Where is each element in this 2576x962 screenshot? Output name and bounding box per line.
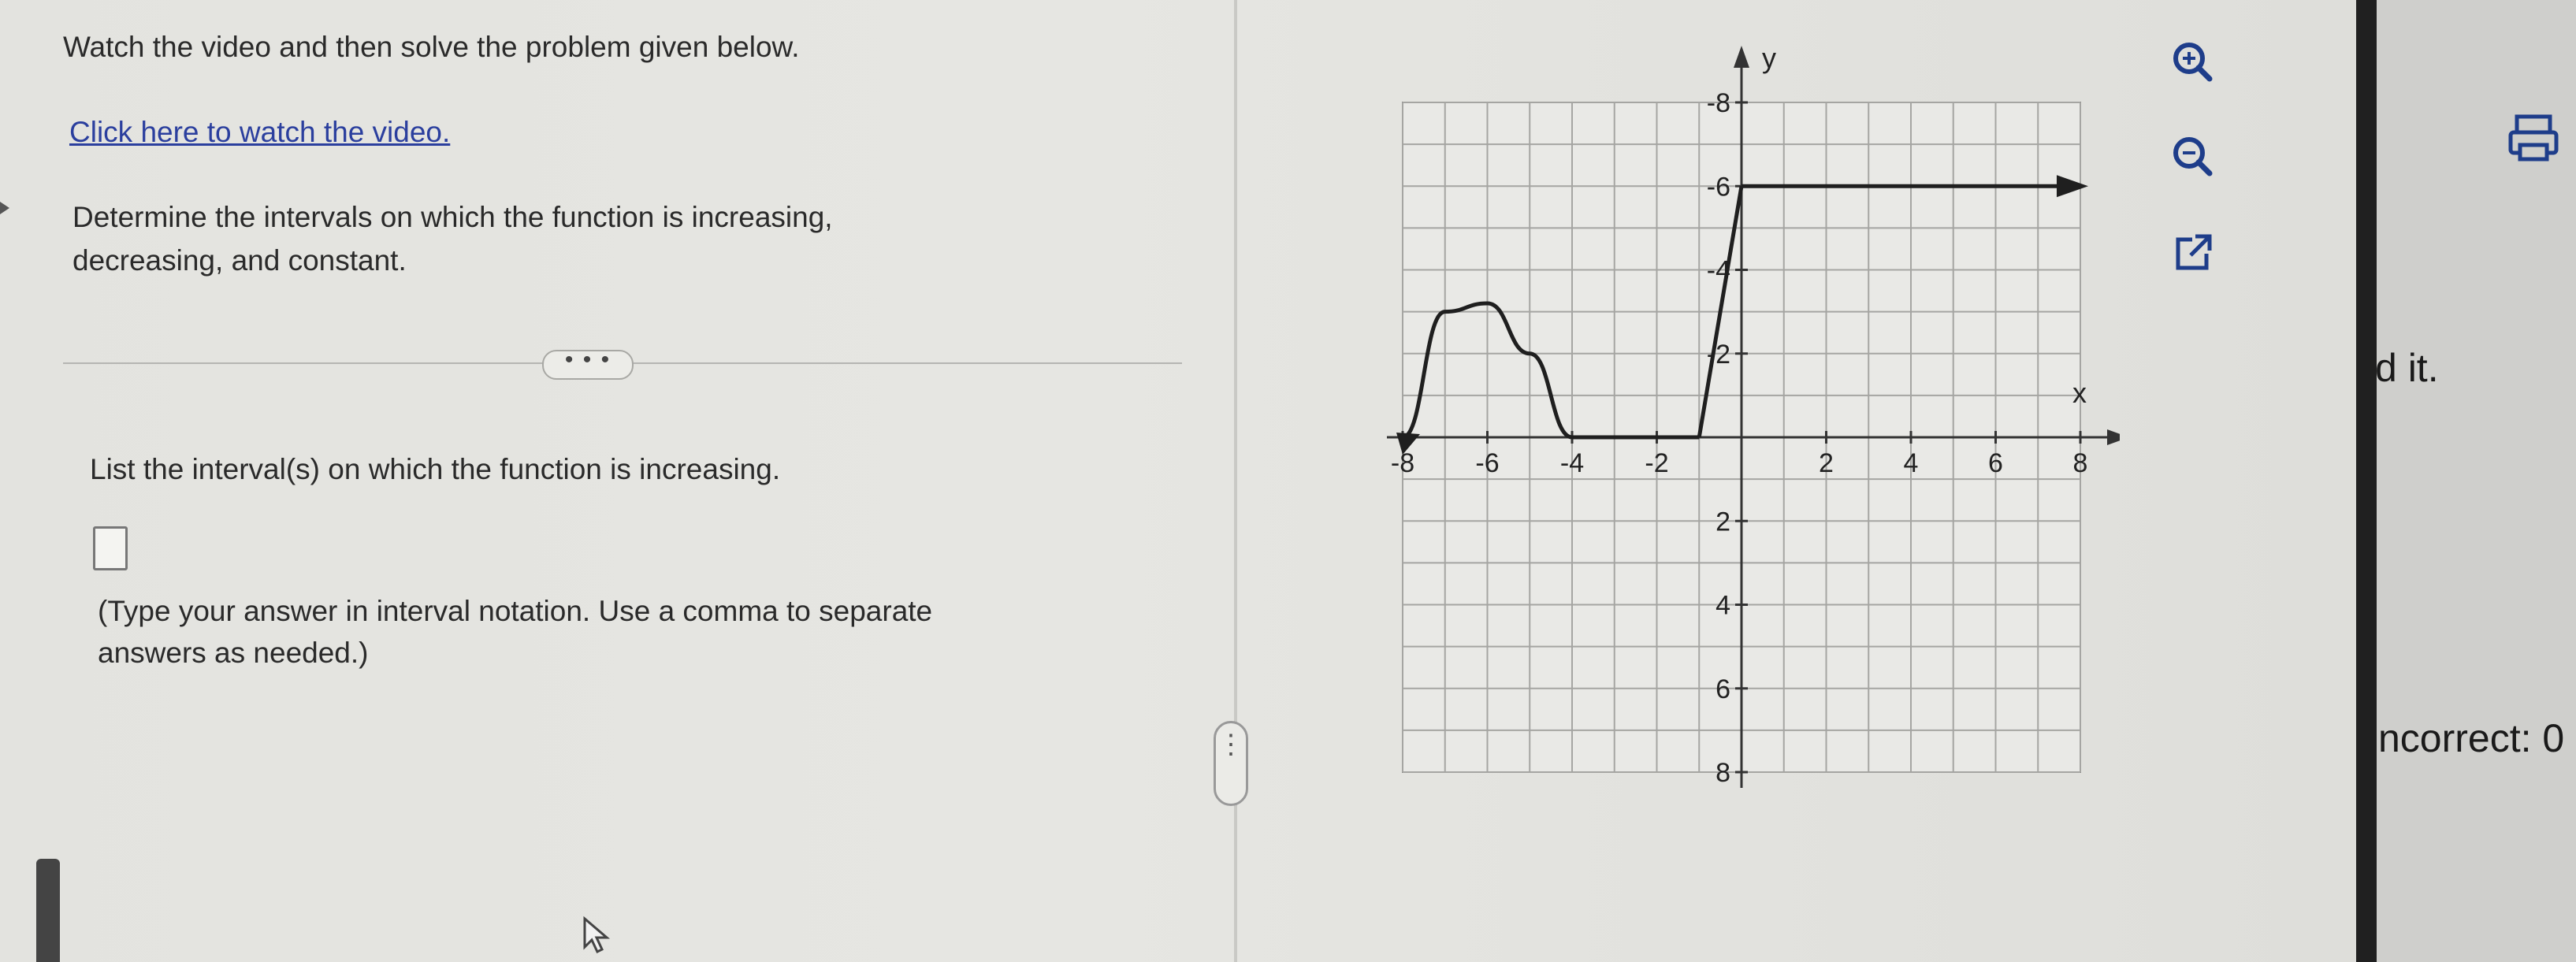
- zoom-out-icon[interactable]: [2169, 132, 2216, 180]
- feedback-fragment: d it.: [2375, 346, 2439, 390]
- hint-line-1: (Type your answer in interval notation. …: [98, 595, 933, 627]
- x-tick-label: -2: [1645, 448, 1668, 478]
- x-axis-label: x: [2072, 377, 2087, 409]
- y-tick-label: 8: [1715, 758, 1730, 788]
- mouse-cursor-icon: [583, 916, 611, 954]
- x-tick-label: 8: [2073, 448, 2088, 478]
- x-axis-arrow: [2107, 429, 2120, 445]
- zoom-in-icon[interactable]: [2169, 38, 2216, 85]
- y-axis-label: y: [1762, 42, 1776, 74]
- external-link-icon[interactable]: [2169, 230, 2216, 277]
- x-tick-label: -6: [1475, 448, 1499, 478]
- prompt-line-1: Determine the intervals on which the fun…: [72, 201, 833, 233]
- x-tick-label: 4: [1904, 448, 1919, 478]
- collapse-marker-icon[interactable]: [0, 202, 9, 214]
- scroll-thumb[interactable]: [36, 859, 60, 962]
- y-tick-label: -6: [1707, 172, 1730, 202]
- y-tick-label: 2: [1715, 507, 1730, 537]
- print-icon[interactable]: [2506, 110, 2561, 165]
- prompt-line-2: decreasing, and constant.: [72, 244, 407, 277]
- pane-splitter[interactable]: [1234, 0, 1237, 962]
- function-graph: -8 -6 -4 -2 2 4 6 88642-2-4-6-8 x y: [1387, 42, 2120, 788]
- show-more-button[interactable]: • • •: [542, 348, 634, 380]
- y-axis-arrow: [1734, 46, 1749, 68]
- incorrect-count: ncorrect: 0: [2378, 716, 2565, 760]
- y-tick-label: 6: [1715, 674, 1730, 704]
- x-tick-label: 6: [1988, 448, 2003, 478]
- instruction-text: Watch the video and then solve the probl…: [63, 31, 800, 63]
- window-divider: [2356, 0, 2377, 962]
- video-link[interactable]: Click here to watch the video.: [69, 112, 450, 153]
- question-text: List the interval(s) on which the functi…: [90, 453, 781, 485]
- answer-input[interactable]: [93, 526, 128, 570]
- x-tick-label: -4: [1560, 448, 1584, 478]
- splitter-handle[interactable]: ⋮: [1214, 721, 1248, 806]
- x-tick-label: 2: [1819, 448, 1834, 478]
- y-tick-label: -8: [1707, 88, 1730, 118]
- hint-line-2: answers as needed.): [98, 637, 369, 669]
- y-tick-label: 4: [1715, 591, 1730, 621]
